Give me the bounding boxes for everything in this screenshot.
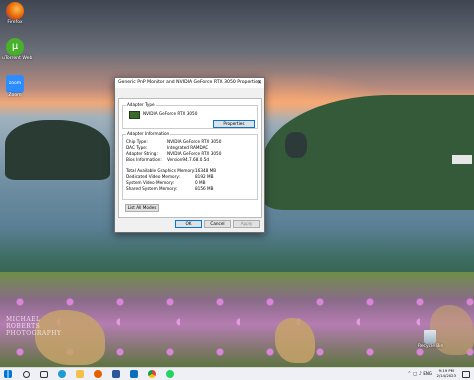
rock-stack [285, 132, 307, 158]
taskbar: ⌃ ◻ ♪ ENG 9:19 PM 2/14/2023 [0, 367, 474, 380]
properties-button[interactable]: Properties [213, 120, 255, 128]
close-icon[interactable]: ✕ [257, 79, 262, 87]
apply-button[interactable]: Apply [233, 220, 260, 228]
adapter-panel: Adapter Type NVIDIA GeForce RTX 3050 Pro… [118, 98, 262, 218]
photos-icon[interactable] [130, 370, 138, 378]
system-memory-value: 0 MB [195, 180, 206, 185]
bios-info-value: Version94.7.68.0.5d [167, 157, 210, 162]
adapter-name: NVIDIA GeForce RTX 3050 [143, 111, 198, 116]
firefox-taskbar-icon[interactable] [94, 370, 102, 378]
total-memory-value: 16348 MB [195, 168, 217, 173]
dialog-tabs: AdapterMonitorColor Management [118, 91, 208, 108]
start-windows-icon[interactable] [4, 370, 12, 378]
desktop-icon-zoom[interactable]: zoom Zoom [2, 75, 28, 99]
properties-dialog: Generic PnP Monitor and NVIDIA GeForce R… [114, 77, 265, 233]
notification-icon[interactable] [462, 371, 470, 378]
system-memory-key: System Video Memory: [126, 180, 175, 185]
chrome-icon[interactable] [148, 370, 156, 378]
cancel-button[interactable]: Cancel [204, 220, 231, 228]
recycle-bin-icon [424, 330, 436, 344]
search-icon[interactable] [23, 371, 30, 378]
dac-type-key: DAC Type: [126, 145, 148, 150]
dac-type-value: Integrated RAMDAC [167, 145, 209, 150]
adapter-string-value: NVIDIA GeForce RTX 3050 [167, 151, 222, 156]
list-all-modes-button[interactable]: List All Modes [125, 204, 159, 212]
desktop-icon-label: uTorrent Web [2, 56, 33, 61]
edge-icon[interactable] [58, 370, 66, 378]
bios-info-key: Bios Information: [126, 157, 162, 162]
ok-button[interactable]: OK [175, 220, 202, 228]
word-icon[interactable] [112, 370, 120, 378]
dedicated-memory-key: Dedicated Video Memory: [126, 174, 180, 179]
dialog-title: Generic PnP Monitor and NVIDIA GeForce R… [118, 80, 261, 85]
task-view-icon[interactable] [40, 371, 48, 378]
system-tray-icons[interactable]: ⌃ ◻ ♪ [407, 371, 422, 377]
chip-type-value: NVIDIA GeForce RTX 3050 [167, 139, 222, 144]
shared-memory-key: Shared System Memory: [126, 186, 178, 191]
watermark: MICHAEL ROBERTS PHOTOGRAPHY [6, 316, 62, 337]
cliff-left [5, 120, 110, 180]
house [452, 155, 472, 164]
desktop-icon-firefox[interactable]: Firefox [2, 2, 28, 26]
adapter-info-label: Adapter Information [126, 131, 171, 136]
chip-type-key: Chip Type: [126, 139, 148, 144]
desktop-icon-label: Zoom [8, 93, 22, 98]
language-indicator[interactable]: ENG [423, 371, 432, 376]
dedicated-memory-value: 8192 MB [195, 174, 214, 179]
graphics-card-icon [129, 111, 140, 119]
desktop-icon-utorrent[interactable]: µ uTorrent Web [2, 38, 33, 62]
whatsapp-icon[interactable] [166, 370, 174, 378]
firefox-icon [6, 2, 24, 20]
adapter-string-key: Adapter String: [126, 151, 158, 156]
clock[interactable]: 9:19 PM 2/14/2023 [437, 368, 456, 378]
dialog-titlebar[interactable]: Generic PnP Monitor and NVIDIA GeForce R… [115, 78, 264, 88]
clock-date: 2/14/2023 [436, 373, 456, 378]
utorrent-icon: µ [6, 38, 24, 56]
file-explorer-icon[interactable] [76, 370, 84, 378]
desktop-icon-recycle-bin[interactable]: Recycle Bin [418, 330, 444, 349]
shared-memory-value: 8156 MB [195, 186, 214, 191]
adapter-type-group: Adapter Type NVIDIA GeForce RTX 3050 Pro… [122, 102, 258, 129]
desktop-icon-label: Recycle Bin [418, 344, 444, 349]
adapter-info-group: Adapter Information Chip Type: NVIDIA Ge… [122, 131, 258, 200]
adapter-type-label: Adapter Type [126, 102, 156, 107]
desktop-icon-label: Firefox [7, 20, 23, 25]
total-memory-key: Total Available Graphics Memory: [126, 168, 196, 173]
zoom-icon: zoom [6, 75, 24, 93]
